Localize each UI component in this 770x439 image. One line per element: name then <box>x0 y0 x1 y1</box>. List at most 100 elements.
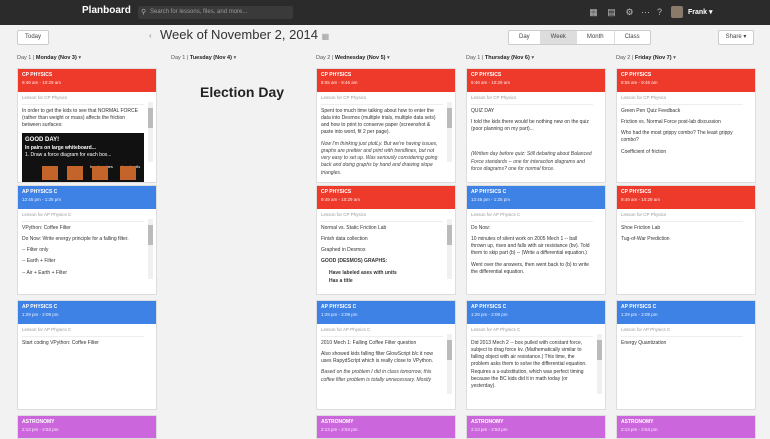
lesson-text: Has a title <box>329 277 353 284</box>
lesson-body[interactable]: Lesson for CP Physics In order to get th… <box>18 92 156 182</box>
lesson-image: GOOD DAY! In pairs on large whiteboard..… <box>22 133 144 182</box>
class-card-ap-physics-c[interactable]: AP PHYSICS C 1:29 pm - 2:09 pm Lesson for… <box>316 300 456 410</box>
share-label: Share <box>725 34 742 40</box>
class-time: 12:45 pm - 1:25 pm <box>22 197 62 202</box>
view-month[interactable]: Month <box>577 31 615 44</box>
class-time: 1:29 pm - 2:09 pm <box>621 312 658 317</box>
class-card-cp-physics[interactable]: CP PHYSICS 9:49 am - 10:29 am Lesson for … <box>17 68 157 183</box>
settings-icon[interactable]: ⚙ <box>624 7 635 18</box>
class-card-cp-physics[interactable]: CP PHYSICS 8:55 am - 9:46 am Lesson for C… <box>316 68 456 183</box>
lesson-text: Graphed in Desmos <box>321 247 366 254</box>
lesson-text: Normal vs. Static Friction Lab <box>321 224 387 231</box>
class-card-ap-physics-c[interactable]: AP PHYSICS C 1:29 pm - 2:09 pm Lesson for… <box>466 300 606 410</box>
more-icon[interactable]: ⋯ <box>640 7 651 18</box>
election-day-label: Election Day <box>200 84 285 100</box>
lesson-body[interactable]: Lesson for AP Physics C Do Now: 10 minut… <box>467 209 605 283</box>
day-header-wednesday[interactable]: Day 2 | Wednesday (Nov 5) ▾ <box>316 52 456 64</box>
lesson-text: Have labeled axes with units <box>329 269 397 276</box>
scroll-thumb[interactable] <box>447 340 452 360</box>
card-header: AP PHYSICS C 1:29 pm - 2:09 pm <box>18 301 156 324</box>
class-time: 1:29 pm - 2:09 pm <box>22 312 59 317</box>
lesson-label: Lesson for CP Physics <box>321 212 443 222</box>
view-week[interactable]: Week <box>540 31 577 44</box>
lesson-body[interactable]: Lesson for AP Physics C Start coding VPy… <box>18 324 156 354</box>
lesson-text: -- Earth + Filter <box>22 258 56 265</box>
class-card-cp-physics[interactable]: CP PHYSICS 9:49 am - 10:29 am Lesson for … <box>466 68 606 183</box>
class-title: AP PHYSICS C <box>621 304 657 310</box>
class-title: AP PHYSICS C <box>471 189 507 195</box>
next-week-icon[interactable]: › <box>306 31 309 40</box>
scroll-thumb[interactable] <box>148 108 153 128</box>
class-card-astronomy[interactable]: ASTRONOMY 2:13 pm - 2:53 pm <box>616 415 756 439</box>
lesson-body[interactable]: Lesson for CP Physics QUIZ DAY I told th… <box>467 92 605 180</box>
scrollbar[interactable] <box>148 219 153 279</box>
view-class[interactable]: Class <box>615 31 650 44</box>
lesson-text: Finish data collection <box>321 235 368 242</box>
class-time: 8:55 am - 9:46 am <box>621 80 658 85</box>
lesson-body[interactable]: Lesson for CP Physics Green Pen Quiz Fee… <box>617 92 755 163</box>
class-title: AP PHYSICS C <box>471 304 507 310</box>
day-header-monday[interactable]: Day 1 | Monday (Nov 3) ▾ <box>17 52 157 64</box>
card-header: ASTRONOMY 2:13 pm - 2:53 pm <box>617 416 755 438</box>
lesson-label: Lesson for AP Physics C <box>621 327 743 337</box>
class-card-ap-physics-c[interactable]: AP PHYSICS C 12:45 pm - 1:25 pm Lesson fo… <box>17 185 157 295</box>
scroll-thumb[interactable] <box>447 108 452 128</box>
lesson-text: Start coding VPython: Coffee Filter <box>22 339 99 346</box>
previous-week-icon[interactable]: ‹ <box>149 31 152 40</box>
card-header: AP PHYSICS C 12:45 pm - 1:25 pm <box>18 186 156 209</box>
week-title-text: Week of November 2, 2014 <box>160 27 319 42</box>
class-card-ap-physics-c[interactable]: AP PHYSICS C 1:29 pm - 2:09 pm Lesson for… <box>616 300 756 410</box>
share-button[interactable]: Share ▾ <box>718 30 754 45</box>
scroll-thumb[interactable] <box>148 225 153 245</box>
lesson-body[interactable]: Lesson for AP Physics C Did 2013 Mech 2 … <box>467 324 605 397</box>
card-header: CP PHYSICS 9:49 am - 10:29 am <box>467 69 605 92</box>
lesson-body[interactable]: Lesson for CP Physics Normal vs. Static … <box>317 209 455 292</box>
lesson-label: Lesson for CP Physics <box>471 95 593 105</box>
help-icon[interactable]: ? <box>654 7 665 18</box>
class-card-cp-physics[interactable]: CP PHYSICS 8:55 am - 9:46 am Lesson for C… <box>616 68 756 183</box>
scrollbar[interactable] <box>447 334 452 394</box>
scrollbar[interactable] <box>447 219 452 279</box>
scrollbar[interactable] <box>597 334 602 394</box>
lesson-body[interactable]: Lesson for AP Physics C VPython: Coffee … <box>18 209 156 284</box>
class-card-astronomy[interactable]: ASTRONOMY 2:13 pm - 2:53 pm <box>17 415 157 439</box>
day-header-friday[interactable]: Day 2 | Friday (Nov 7) ▾ <box>616 52 756 64</box>
calendar-icon[interactable]: ▦ <box>588 7 599 18</box>
day-number: Day 2 <box>316 55 331 61</box>
box-graphic <box>67 166 83 181</box>
lesson-body[interactable]: Lesson for AP Physics C 2010 Mech 1: Fal… <box>317 324 455 394</box>
today-button[interactable]: Today <box>17 30 49 45</box>
lesson-text: Also showed kids falling filter GlowScri… <box>321 350 433 365</box>
class-card-cp-physics[interactable]: CP PHYSICS 9:49 am - 10:29 am Lesson for … <box>316 185 456 295</box>
lesson-body[interactable]: Lesson for CP Physics Shoe Friction Lab … <box>617 209 755 250</box>
lesson-label: Lesson for CP Physics <box>22 95 144 105</box>
class-time: 2:13 pm - 2:53 pm <box>321 427 358 432</box>
class-card-astronomy[interactable]: ASTRONOMY 2:13 pm - 2:53 pm <box>316 415 456 439</box>
search-input[interactable]: ⚲ Search for lessons, files, and more... <box>138 6 293 19</box>
files-icon[interactable]: ▤ <box>606 7 617 18</box>
scrollbar[interactable] <box>447 102 452 162</box>
class-card-ap-physics-c[interactable]: AP PHYSICS C 1:29 pm - 2:09 pm Lesson for… <box>17 300 157 410</box>
avatar[interactable] <box>671 6 683 18</box>
lesson-text: -- Air + Earth + Filter <box>22 269 68 276</box>
lesson-body[interactable]: Lesson for AP Physics C Energy Quantizat… <box>617 324 755 354</box>
class-card-cp-physics[interactable]: CP PHYSICS 9:49 am - 10:29 am Lesson for … <box>616 185 756 295</box>
day-header-thursday[interactable]: Day 1 | Thursday (Nov 6) ▾ <box>466 52 606 64</box>
scroll-thumb[interactable] <box>447 225 452 245</box>
image-heading: GOOD DAY! <box>25 137 60 144</box>
calendar-picker-icon[interactable]: ▦ <box>322 32 330 41</box>
lesson-text: Green Pen Quiz Feedback <box>621 107 681 114</box>
scroll-thumb[interactable] <box>597 340 602 360</box>
box-graphic <box>92 166 108 181</box>
lesson-body[interactable]: Lesson for CP Physics Spent too much tim… <box>317 92 455 182</box>
box-graphic <box>120 166 136 181</box>
scrollbar[interactable] <box>148 102 153 162</box>
day-header-tuesday[interactable]: Day 1 | Tuesday (Nov 4) ▾ <box>171 52 311 64</box>
class-card-astronomy[interactable]: ASTRONOMY 2:13 pm - 2:53 pm <box>466 415 606 439</box>
user-menu[interactable]: Frank ▾ <box>688 8 713 16</box>
app-brand[interactable]: Planboard <box>82 5 131 16</box>
class-card-ap-physics-c[interactable]: AP PHYSICS C 12:45 pm - 1:25 pm Lesson fo… <box>466 185 606 295</box>
lesson-text: (Written day before quiz: Still debating… <box>471 151 592 172</box>
view-day[interactable]: Day <box>509 31 541 44</box>
top-navigation-bar: Planboard ⚲ Search for lessons, files, a… <box>0 0 770 25</box>
